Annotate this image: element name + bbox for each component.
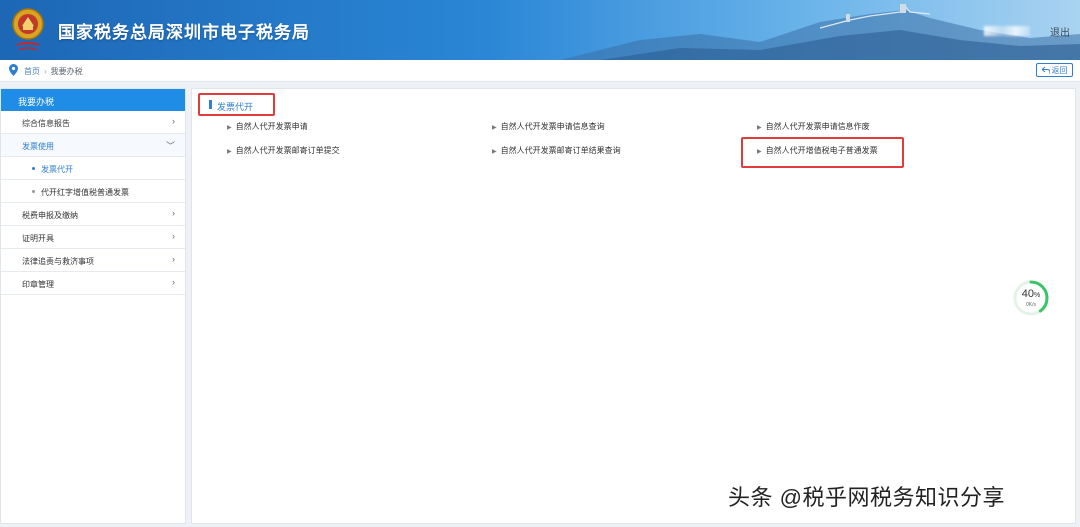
sidebar-item-legal-relief[interactable]: 法律追责与救济事项 › [1,249,185,272]
link-label: 自然人代开发票申请信息查询 [500,122,605,131]
link-label: 自然人代开发票申请信息作废 [765,122,870,131]
link-apply-invoice[interactable]: ▶ 自然人代开发票申请 [227,121,308,132]
bullet-dot-icon [32,190,35,193]
sidebar-item-label: 综合信息报告 [22,119,70,128]
triangle-right-icon: ▶ [227,149,232,155]
breadcrumb-bar: 首页 › 我要办税 [0,60,1080,82]
link-mail-order-submit[interactable]: ▶ 自然人代开发票邮寄订单提交 [227,145,340,156]
sidebar-subitem-red-invoice[interactable]: 代开红字增值税普通发票 [1,180,185,203]
sidebar-item-label: 税费申报及缴纳 [22,211,78,220]
link-label: 自然人代开发票申请 [235,122,308,131]
link-mail-order-result[interactable]: ▶ 自然人代开发票邮寄订单结果查询 [492,145,621,156]
sidebar-item-seal-management[interactable]: 印章管理 › [1,272,185,295]
link-query-application[interactable]: ▶ 自然人代开发票申请信息查询 [492,121,605,132]
chevron-down-icon: ﹀ [165,141,175,151]
sidebar-item-certificates[interactable]: 证明开具 › [1,226,185,249]
tax-emblem-logo [12,8,44,51]
highlight-annotation-box [741,137,904,168]
progress-percent: 40% [1021,288,1041,300]
chevron-right-icon: › [172,116,175,126]
triangle-right-icon: ▶ [227,125,232,131]
section-title: 发票代开 [217,102,254,112]
sidebar-heading: 我要办税 [1,89,185,111]
triangle-right-icon: ▶ [492,149,497,155]
sidebar-item-label: 证明开具 [22,234,54,243]
back-button[interactable]: 返回 [1036,63,1073,77]
watermark-text: 头条 @税乎网税务知识分享 [728,485,1005,510]
section-title-box: 发票代开 [198,93,275,116]
back-button-label: 返回 [1051,65,1068,75]
location-pin-icon [9,64,18,76]
sidebar-item-tax-filing[interactable]: 税费申报及缴纳 › [1,203,185,226]
link-label: 自然人代开发票邮寄订单结果查询 [500,146,621,155]
sidebar-item-label: 代开红字增值税普通发票 [41,188,129,197]
user-name-blurred [984,26,1030,36]
link-label: 自然人代开发票邮寄订单提交 [235,146,340,155]
chevron-right-icon: › [172,277,175,287]
sidebar-item-label: 印章管理 [22,280,54,289]
section-title-marker [209,100,212,109]
breadcrumb-separator: › [44,67,47,76]
network-speed: 0K/s [1025,302,1036,308]
sidebar-subitem-invoice-issue[interactable]: 发票代开 [1,157,185,180]
chevron-right-icon: › [172,231,175,241]
breadcrumb-current: 我要办税 [50,67,83,76]
sidebar-item-label: 法律追责与救济事项 [22,257,94,266]
return-arrow-icon [1041,66,1050,74]
site-title: 国家税务总局深圳市电子税务局 [58,23,310,42]
triangle-right-icon: ▶ [492,125,497,131]
sidebar-item-label: 发票使用 [22,142,54,151]
site-header: 国家税务总局深圳市电子税务局 退出 [0,0,1080,60]
bullet-dot-icon [32,167,35,170]
chevron-right-icon: › [172,208,175,218]
link-void-application[interactable]: ▶ 自然人代开发票申请信息作废 [757,121,870,132]
sidebar-menu: 我要办税 综合信息报告 › 发票使用 ﹀ 发票代开 代开红字增值税普通发票 税费… [0,88,186,524]
breadcrumb: 首页 › 我要办税 [24,66,83,77]
triangle-right-icon: ▶ [757,125,762,131]
sidebar-item-label: 发票代开 [41,165,73,174]
progress-gauge: 40% 0K/s [1012,279,1050,317]
breadcrumb-home[interactable]: 首页 [24,67,40,76]
sidebar-item-invoice-use[interactable]: 发票使用 ﹀ [1,134,185,157]
chevron-right-icon: › [172,254,175,264]
logout-link[interactable]: 退出 [1050,24,1070,39]
sidebar-item-info-report[interactable]: 综合信息报告 › [1,111,185,134]
